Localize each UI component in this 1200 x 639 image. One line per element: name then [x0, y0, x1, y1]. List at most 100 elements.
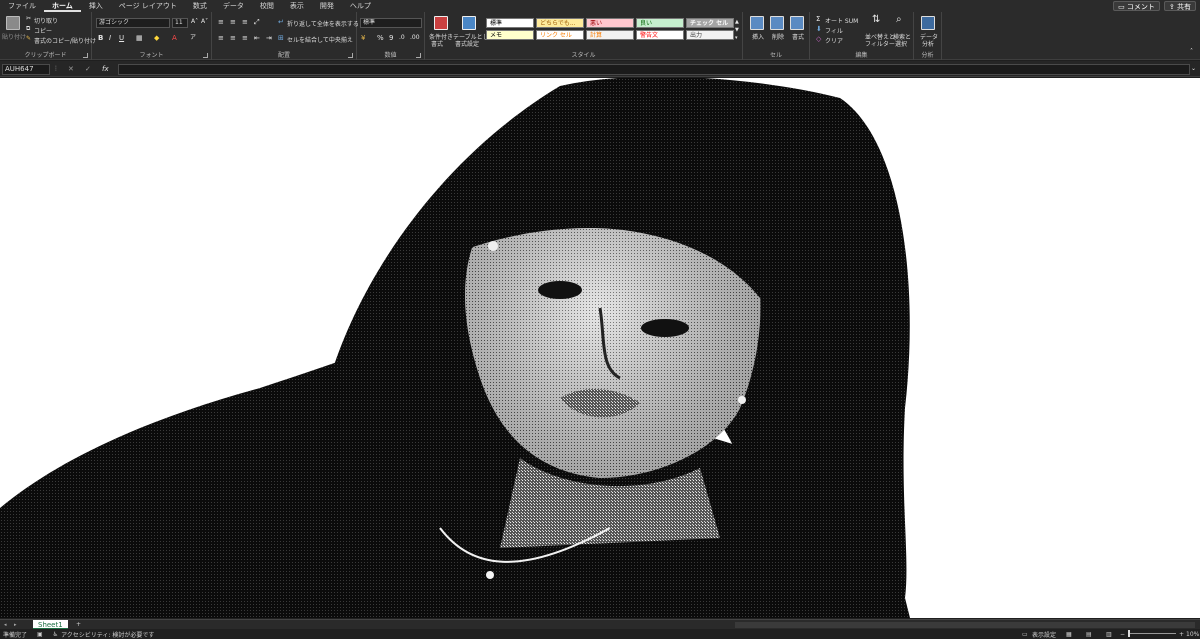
tab-file[interactable]: ファイル: [0, 0, 44, 12]
tab-page-layout[interactable]: ページ レイアウト: [111, 0, 185, 12]
insert-cells-icon[interactable]: [750, 16, 764, 30]
clear-icon[interactable]: ◇: [816, 35, 821, 43]
font-size-select[interactable]: 11: [172, 18, 188, 28]
font-color-icon[interactable]: A: [172, 34, 177, 42]
fill-button[interactable]: フィル: [825, 26, 843, 35]
paste-button-label[interactable]: 貼り付け: [2, 32, 26, 41]
sort-filter-icon[interactable]: ⇅: [872, 15, 880, 25]
cut-button[interactable]: 切り取り: [34, 16, 58, 25]
format-painter-button[interactable]: 書式のコピー/貼り付け: [34, 36, 96, 45]
clipboard-launcher-icon[interactable]: [83, 53, 88, 58]
comma-button[interactable]: 9: [389, 34, 393, 42]
formula-input[interactable]: [118, 64, 1190, 75]
cancel-entry-button[interactable]: ✕: [68, 65, 74, 73]
page-layout-view-icon[interactable]: ▤: [1086, 631, 1092, 638]
horizontal-scrollbar[interactable]: [735, 622, 1195, 628]
tab-developer[interactable]: 開発: [312, 0, 342, 12]
tab-insert[interactable]: 挿入: [81, 0, 111, 12]
italic-button[interactable]: I: [109, 34, 111, 42]
align-right-icon[interactable]: ≡: [242, 34, 248, 42]
delete-cells-icon[interactable]: [770, 16, 784, 30]
cut-icon[interactable]: ✂: [26, 15, 31, 23]
format-cells-icon[interactable]: [790, 16, 804, 30]
macro-record-icon[interactable]: ▣: [37, 631, 43, 638]
gallery-more-icon[interactable]: ▾: [735, 34, 738, 42]
format-as-table-icon[interactable]: [462, 16, 476, 30]
shrink-font-button[interactable]: A˅: [201, 18, 208, 26]
style-output[interactable]: 出力: [686, 30, 734, 40]
page-break-view-icon[interactable]: ▥: [1106, 631, 1112, 638]
bold-button[interactable]: B: [98, 34, 103, 42]
display-settings-button[interactable]: 表示設定: [1032, 630, 1056, 639]
style-note[interactable]: メモ: [486, 30, 534, 40]
share-button[interactable]: ⇪ 共有: [1163, 1, 1196, 11]
grow-font-button[interactable]: A˄: [191, 18, 198, 26]
collapse-ribbon-icon[interactable]: ˄: [1190, 48, 1193, 56]
style-check-cell[interactable]: チェック セル: [686, 18, 734, 28]
merge-center-icon[interactable]: ⊞: [278, 34, 284, 42]
conditional-format-icon[interactable]: [434, 16, 448, 30]
fill-icon[interactable]: ⬇: [816, 25, 822, 33]
format-as-table-label-2[interactable]: 書式設定: [455, 39, 479, 48]
display-settings-icon[interactable]: ▭: [1022, 631, 1028, 638]
indent-decrease-icon[interactable]: ⇤: [254, 34, 260, 42]
tab-scroll-right-icon[interactable]: ▸: [14, 621, 17, 629]
delete-cells-button[interactable]: 削除: [772, 32, 784, 41]
conditional-format-label-2[interactable]: 書式: [431, 39, 443, 48]
fill-color-icon[interactable]: ◆: [154, 34, 159, 42]
style-calculation[interactable]: 計算: [586, 30, 634, 40]
align-center-icon[interactable]: ≡: [230, 34, 236, 42]
insert-function-button[interactable]: fx: [102, 65, 109, 73]
zoom-in-icon[interactable]: +: [1179, 631, 1184, 638]
decimal-increase-icon[interactable]: .0: [399, 34, 405, 42]
merge-center-button[interactable]: セルを結合して中央揃え: [287, 35, 353, 44]
font-name-select[interactable]: 游ゴシック: [96, 18, 170, 28]
normal-view-icon[interactable]: ▦: [1066, 631, 1072, 638]
phonetic-icon[interactable]: ア: [190, 34, 196, 42]
worksheet-grid[interactable]: [0, 78, 1200, 618]
gallery-scroll-down-icon[interactable]: ▼: [735, 26, 739, 34]
style-good[interactable]: 良い: [636, 18, 684, 28]
zoom-level[interactable]: 10%: [1186, 631, 1199, 638]
copy-icon[interactable]: ⧉: [26, 25, 30, 33]
tab-view[interactable]: 表示: [282, 0, 312, 12]
decimal-decrease-icon[interactable]: .00: [410, 34, 420, 42]
zoom-slider-thumb[interactable]: [1128, 630, 1130, 637]
tab-home[interactable]: ホーム: [44, 0, 81, 12]
alignment-launcher-icon[interactable]: [348, 53, 353, 58]
style-linked-cell[interactable]: リンク セル: [536, 30, 584, 40]
gallery-scroll-up-icon[interactable]: ▲: [735, 18, 739, 26]
number-launcher-icon[interactable]: [416, 53, 421, 58]
zoom-slider[interactable]: [1128, 630, 1176, 637]
style-warning-text[interactable]: 警告文: [636, 30, 684, 40]
data-analysis-icon[interactable]: [921, 16, 935, 30]
autosum-button[interactable]: オート SUM: [825, 16, 858, 25]
confirm-entry-button[interactable]: ✓: [85, 65, 91, 73]
clear-button[interactable]: クリア: [825, 36, 843, 45]
accessibility-status[interactable]: アクセシビリティ: 検討が必要です: [61, 630, 154, 639]
copy-button[interactable]: コピー: [34, 26, 52, 35]
style-normal[interactable]: 標準: [486, 18, 534, 28]
find-select-label-2[interactable]: 選択: [895, 39, 907, 48]
expand-formula-icon[interactable]: ⌄: [1191, 65, 1196, 73]
tab-scroll-left-icon[interactable]: ◂: [4, 621, 7, 629]
percent-button[interactable]: %: [377, 34, 384, 42]
wrap-text-icon[interactable]: ↵: [278, 18, 284, 26]
style-neutral[interactable]: どちらでも...: [536, 18, 584, 28]
wrap-text-button[interactable]: 折り返して全体を表示する: [287, 19, 359, 28]
tab-help[interactable]: ヘルプ: [342, 0, 379, 12]
underline-button[interactable]: U: [119, 34, 124, 42]
align-top-icon[interactable]: ≡: [218, 18, 224, 26]
format-cells-button[interactable]: 書式: [792, 32, 804, 41]
autosum-icon[interactable]: Σ: [816, 15, 820, 23]
zoom-out-icon[interactable]: −: [1120, 631, 1125, 638]
sort-filter-label-2[interactable]: フィルター: [865, 39, 895, 48]
name-box[interactable]: AUH647: [2, 64, 50, 75]
number-format-select[interactable]: 標準: [360, 18, 422, 28]
orientation-icon[interactable]: ⤢: [254, 18, 260, 26]
name-box-more-icon[interactable]: ⋮: [53, 65, 59, 73]
add-sheet-button[interactable]: +: [76, 621, 81, 629]
format-painter-icon[interactable]: ✎: [26, 35, 31, 43]
align-left-icon[interactable]: ≡: [218, 34, 224, 42]
indent-increase-icon[interactable]: ⇥: [266, 34, 272, 42]
